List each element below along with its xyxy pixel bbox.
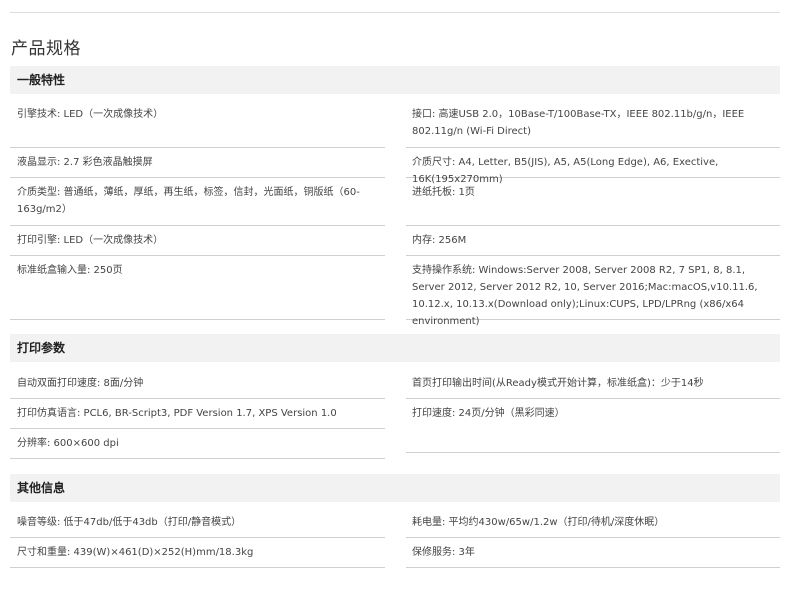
top-divider [10, 12, 780, 13]
spec-engine-technology: 引擎技术: LED（一次成像技术） [10, 106, 385, 148]
section-header-other-info: 其他信息 [10, 474, 780, 502]
spec-first-print-time: 首页打印输出时间(从Ready模式开始计算，标准纸盒)：少于14秒 [406, 375, 780, 399]
spec-noise-level: 噪音等级: 低于47db/低于43db（打印/静音模式） [10, 514, 385, 538]
spec-media-type: 介质类型: 普通纸，薄纸，厚纸，再生纸，标签，信封，光面纸，铜版纸（60-163… [10, 184, 385, 226]
spec-lcd-display: 液晶显示: 2.7 彩色液晶触摸屏 [10, 154, 385, 178]
spec-print-engine: 打印引擎: LED（一次成像技术） [10, 232, 385, 256]
page-title: 产品规格 [11, 39, 81, 59]
spec-warranty: 保修服务: 3年 [406, 544, 780, 568]
spec-interface: 接口: 高速USB 2.0，10Base-T/100Base-TX，IEEE 8… [406, 106, 780, 148]
spec-resolution: 分辨率: 600×600 dpi [10, 435, 385, 459]
spec-standard-tray-capacity: 标准纸盒输入量: 250页 [10, 262, 385, 320]
spec-manual-feed-slot: 进纸托板: 1页 [406, 184, 780, 226]
spec-media-size: 介质尺寸: A4, Letter, B5(JIS), A5, A5(Long E… [406, 154, 780, 185]
spec-duplex-speed: 自动双面打印速度: 8面/分钟 [10, 375, 385, 399]
spec-memory: 内存: 256M [406, 232, 780, 256]
spec-print-speed: 打印速度: 24页/分钟（黑彩同速） [406, 405, 780, 453]
section-header-print-parameters: 打印参数 [10, 334, 780, 362]
spec-emulation: 打印仿真语言: PCL6, BR-Script3, PDF Version 1.… [10, 405, 385, 429]
spec-supported-os: 支持操作系统: Windows:Server 2008, Server 2008… [406, 262, 780, 327]
section-header-general: 一般特性 [10, 66, 780, 94]
spec-power-consumption: 耗电量: 平均约430w/65w/1.2w（打印/待机/深度休眠） [406, 514, 780, 538]
spec-dimensions-weight: 尺寸和重量: 439(W)×461(D)×252(H)mm/18.3kg [10, 544, 385, 568]
